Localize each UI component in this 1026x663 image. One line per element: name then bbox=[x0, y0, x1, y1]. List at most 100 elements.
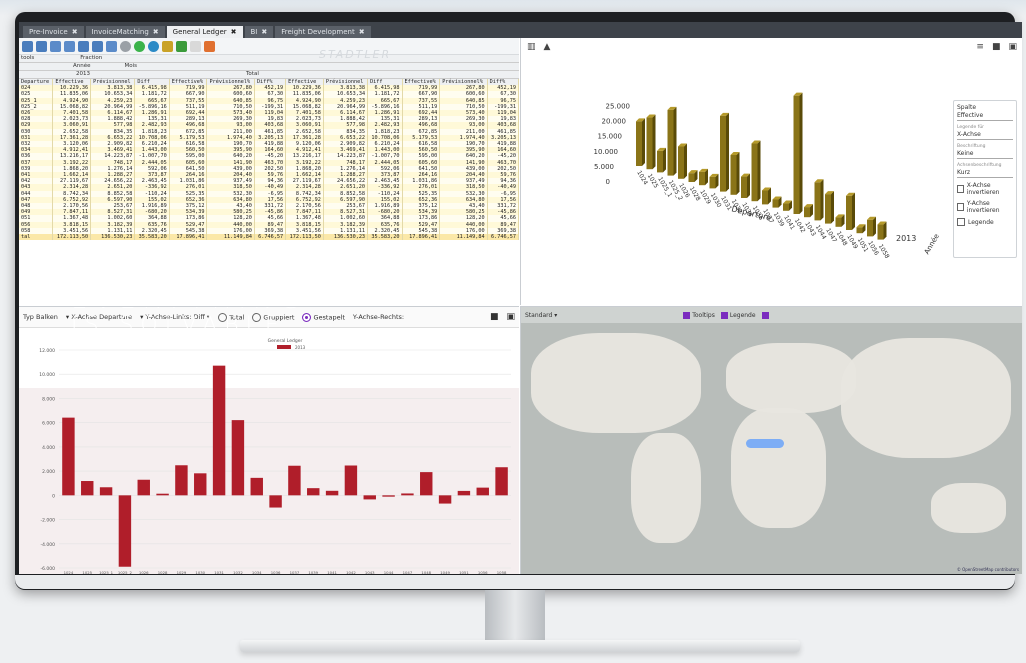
filter-icon[interactable] bbox=[106, 40, 117, 52]
bar3d bbox=[636, 121, 642, 166]
tooltips-toggle[interactable]: Tooltips bbox=[683, 311, 715, 319]
legend-toggle[interactable]: Legende bbox=[720, 311, 756, 319]
typ-select[interactable]: Typ Balken bbox=[23, 313, 58, 321]
collapse-icon[interactable] bbox=[92, 40, 103, 52]
bar bbox=[495, 467, 508, 496]
excel-icon[interactable] bbox=[176, 40, 187, 52]
spalte-label: Spalte bbox=[957, 104, 977, 111]
pivot-fields-row-2: Année Mois STADTLER bbox=[19, 49, 519, 71]
close-tab-icon[interactable]: ✖ bbox=[231, 28, 237, 36]
y-tick-label: 0 bbox=[52, 493, 55, 499]
y-tick-label: 4.000 bbox=[42, 445, 55, 451]
x-tick-label: 1026 bbox=[139, 570, 149, 574]
bar3d bbox=[646, 117, 653, 170]
bar3d-side bbox=[883, 221, 887, 240]
bar3d-side bbox=[673, 106, 677, 176]
x-tick-label: 1028 bbox=[158, 570, 168, 574]
chart-title: General Ledger bbox=[268, 338, 303, 344]
refresh-icon[interactable] bbox=[134, 40, 145, 52]
tab-4[interactable]: Freight Development ✖ bbox=[275, 26, 371, 38]
document-icon[interactable] bbox=[190, 40, 201, 52]
tab-1[interactable]: InvoiceMatching ✖ bbox=[85, 26, 165, 38]
legend-checkbox[interactable]: Legende bbox=[957, 218, 1013, 226]
x-tick-label: 1034 bbox=[252, 570, 262, 574]
location-markers[interactable] bbox=[746, 439, 784, 448]
close-tab-icon[interactable]: ✖ bbox=[359, 28, 365, 36]
z-tick-label: 25.000 bbox=[606, 103, 631, 111]
bar3d-side bbox=[736, 152, 740, 195]
x-tick-label: 1044 bbox=[384, 570, 394, 574]
bar3d bbox=[825, 194, 831, 224]
table-icon[interactable] bbox=[22, 40, 33, 52]
x-tick-label: 1041 bbox=[327, 570, 337, 574]
table-rows-icon[interactable] bbox=[36, 40, 47, 52]
close-tab-icon[interactable]: ✖ bbox=[261, 28, 267, 36]
x-invert-label: X-Achse invertieren bbox=[966, 182, 1000, 196]
beschriftung-select[interactable]: Keine bbox=[957, 149, 1013, 159]
bar bbox=[325, 490, 339, 496]
mountain-chart-icon[interactable]: ▲ bbox=[544, 42, 551, 52]
map-fullscreen-icon[interactable] bbox=[761, 311, 771, 319]
globe-icon[interactable] bbox=[148, 40, 159, 52]
bar3d bbox=[783, 203, 789, 211]
save-icon[interactable]: ■ bbox=[490, 312, 499, 322]
bar3d bbox=[846, 195, 852, 230]
eye-icon[interactable] bbox=[120, 40, 131, 52]
fullscreen-icon[interactable]: ▣ bbox=[1008, 42, 1017, 52]
y-axis-label: Année bbox=[923, 233, 941, 256]
pivot-field[interactable]: Année bbox=[73, 63, 91, 70]
pivot-field[interactable]: Mois bbox=[125, 63, 138, 70]
pivot-field[interactable]: tools bbox=[21, 55, 34, 62]
table-cell: 6.746,57 bbox=[487, 234, 519, 241]
bar bbox=[476, 487, 489, 496]
achsen-select[interactable]: Kurz bbox=[957, 168, 1013, 178]
gestapelt-radio[interactable]: Gestapelt bbox=[302, 312, 345, 322]
ledger-panel: tools Fraction Année Mois STADTLER 2013 … bbox=[19, 38, 519, 305]
legende-fur-select[interactable]: X-Achse bbox=[957, 130, 1013, 140]
y-axis-right-select[interactable]: Y-Achse-Rechts: bbox=[353, 313, 404, 321]
total-label: Total bbox=[246, 71, 259, 77]
table-cell: 35.583,20 bbox=[134, 234, 170, 241]
world-map[interactable]: © OpenStreetMap contributors bbox=[521, 323, 1022, 574]
export-icon[interactable] bbox=[204, 40, 215, 52]
spalte-select[interactable]: Effective bbox=[957, 111, 1013, 121]
bar3d-side bbox=[799, 92, 803, 214]
tab-2[interactable]: General Ledger ✖ bbox=[166, 26, 243, 38]
fullscreen-icon[interactable]: ▣ bbox=[506, 312, 515, 322]
bar3d-side bbox=[642, 118, 645, 166]
map-attribution[interactable]: © OpenStreetMap contributors bbox=[957, 567, 1019, 572]
x-invert-checkbox[interactable]: X-Achse invertieren bbox=[957, 182, 1013, 196]
y-tick-label: -2.000 bbox=[40, 518, 55, 524]
bar3d bbox=[856, 227, 863, 234]
menu-icon[interactable]: ≡ bbox=[976, 42, 984, 52]
tab-0[interactable]: Pre-Invoice ✖ bbox=[23, 26, 84, 38]
bar bbox=[62, 417, 75, 496]
bar3d bbox=[688, 173, 695, 182]
y-invert-checkbox[interactable]: Y-Achse invertieren bbox=[957, 200, 1013, 214]
bar3d bbox=[730, 155, 737, 195]
bar3d bbox=[741, 176, 747, 198]
z-tick-label: 10.000 bbox=[594, 148, 619, 156]
pivot-icon[interactable] bbox=[64, 40, 75, 52]
table-cell: 11.149,84 bbox=[206, 234, 255, 241]
close-tab-icon[interactable]: ✖ bbox=[153, 28, 159, 36]
table-cell: tal bbox=[19, 234, 54, 241]
barchart-tint bbox=[19, 388, 519, 574]
monitor-chin bbox=[15, 575, 1015, 589]
chart-icon[interactable] bbox=[162, 40, 173, 52]
table-cell: 172.113,50 bbox=[52, 234, 92, 241]
pivot-field[interactable]: Fraction bbox=[80, 55, 102, 62]
map-style-select[interactable]: Standard ▾ bbox=[525, 312, 557, 319]
app-screen: Pre-Invoice ✖ InvoiceMatching ✖ General Ledg… bbox=[19, 22, 1022, 574]
table-cell: 17.896,41 bbox=[402, 234, 441, 241]
expand-icon[interactable] bbox=[78, 40, 89, 52]
chart3d-panel: ▥ ▲ ≡ ■ ▣ 25.000 20.000 15.000 10.000 5.000 0… bbox=[520, 38, 1022, 305]
close-tab-icon[interactable]: ✖ bbox=[72, 28, 78, 36]
bar-chart-icon[interactable]: ▥ bbox=[527, 42, 536, 52]
table-cols-icon[interactable] bbox=[50, 40, 61, 52]
save-icon[interactable]: ■ bbox=[992, 42, 1001, 52]
tab-3[interactable]: BI ✖ bbox=[244, 26, 274, 38]
bar bbox=[457, 490, 471, 496]
bar3d bbox=[678, 146, 684, 179]
map-toolbar: Standard ▾ Tooltips Legende bbox=[521, 307, 1022, 323]
